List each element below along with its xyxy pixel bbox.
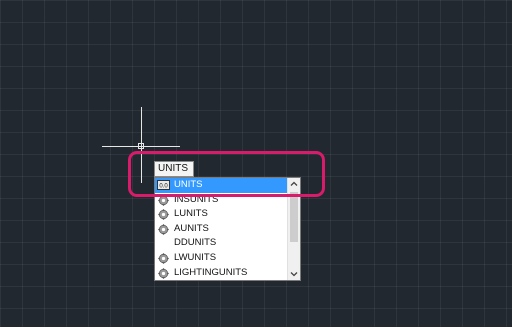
- gear-icon: [158, 253, 169, 264]
- autocomplete-item-label: LIGHTINGUNITS: [174, 266, 248, 278]
- autocomplete-item-label: DDUNITS: [174, 237, 217, 249]
- gear-icon: [158, 224, 169, 235]
- autocomplete-item[interactable]: DDUNITS: [155, 236, 288, 251]
- autocomplete-item-label: LWUNITS: [174, 251, 217, 263]
- annotation-highlight-box: [128, 151, 325, 197]
- autocomplete-item[interactable]: LIGHTINGUNITS: [155, 266, 288, 280]
- gear-icon: [158, 267, 169, 279]
- scroll-down-arrow-icon[interactable]: [288, 268, 300, 280]
- pickbox-cursor: [138, 143, 144, 149]
- scrollbar-thumb[interactable]: [290, 192, 298, 242]
- autocomplete-item-label: LUNITS: [174, 208, 208, 220]
- gear-icon: [158, 209, 169, 220]
- autocomplete-item[interactable]: LWUNITS: [155, 251, 288, 266]
- autocomplete-item[interactable]: LUNITS: [155, 207, 288, 222]
- autocomplete-item[interactable]: AUNITS: [155, 222, 288, 237]
- autocomplete-item-label: AUNITS: [174, 222, 209, 234]
